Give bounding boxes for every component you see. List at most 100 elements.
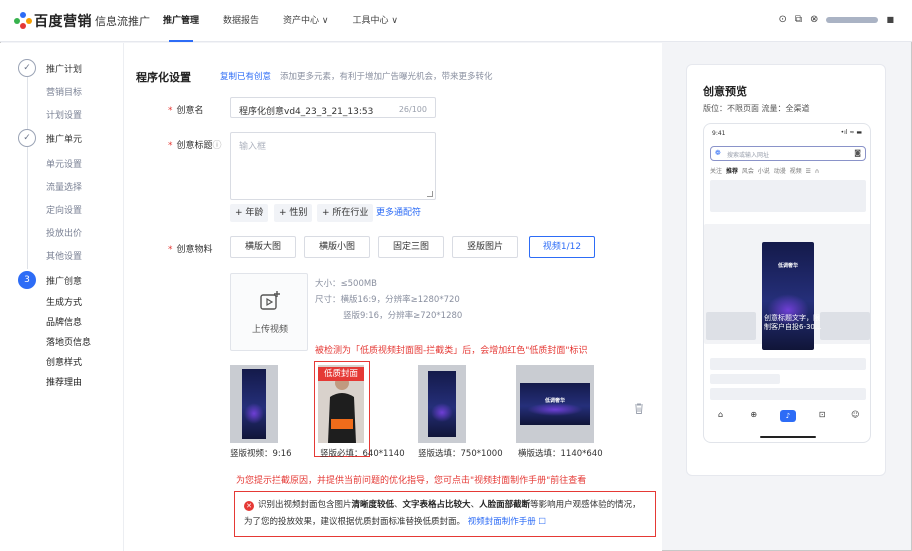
preview-creative-text: 创意标题文字，限制客户自投6-30... xyxy=(764,314,822,331)
user-icon[interactable]: ⊗ xyxy=(810,14,818,25)
video-thumbnail-1140x640[interactable]: 低调奢华 xyxy=(516,365,594,443)
creative-name-value: 程序化创意vd4_23_3_21_13:53 xyxy=(239,107,374,117)
sidebar-item-traffic[interactable]: 流量选择 xyxy=(46,180,82,193)
char-count: 26/100 xyxy=(398,105,427,114)
sidebar-item-bidding[interactable]: 投放出价 xyxy=(46,226,82,239)
creative-name-label: * 创意名 xyxy=(168,106,204,116)
wildcard-age[interactable]: + 年龄 xyxy=(230,204,269,222)
poster-title: 低调奢华 xyxy=(544,398,565,404)
step-number: 3 xyxy=(18,271,36,289)
sidebar-item-brand[interactable]: 品牌信息 xyxy=(46,315,82,328)
sidebar-item-targeting[interactable]: 定向设置 xyxy=(46,203,82,216)
step-title: 推广计划 xyxy=(46,64,83,75)
tabs-icon: ⊡ xyxy=(818,410,826,419)
creative-form: 程序化设置 复制已有创意 添加更多元素，有利于增加广告曝光机会，带来更多转化 *… xyxy=(124,43,662,551)
sidebar-item-reason[interactable]: 推荐理由 xyxy=(46,375,82,388)
nav-tab-promotion[interactable]: 推广管理 xyxy=(163,0,199,42)
check-icon: ✓ xyxy=(18,59,36,77)
phone-feed-tabs: 关注 推荐 风会 小说 动漫 视频 ☰ ∩ xyxy=(710,168,820,175)
feed-placeholder xyxy=(710,358,866,370)
spec-horizontal: 尺寸：横版16:9，分辨率≥1280*720 xyxy=(315,295,460,305)
section-description: 添加更多元素，有利于增加广告曝光机会，带来更多转化 xyxy=(280,72,493,82)
creative-name-input[interactable]: 程序化创意vd4_23_3_21_13:53 26/100 xyxy=(230,97,436,118)
baidu-paw-icon xyxy=(14,12,32,30)
spec-vertical: 竖版9:16，分辨率≥720*1280 xyxy=(343,311,463,321)
nav-tab-assets[interactable]: 资产中心 ∨ xyxy=(283,0,328,42)
upload-video-button[interactable]: 上传视频 xyxy=(230,273,308,351)
tab-large-horizontal[interactable]: 横版大图 xyxy=(230,236,296,258)
step-sidebar: ✓ 推广计划 营销目标 计划设置 ✓ 推广单元 单元设置 流量选择 定向设置 投… xyxy=(0,43,124,551)
user-account-name[interactable] xyxy=(826,16,879,23)
wildcard-gender[interactable]: + 性别 xyxy=(274,204,313,222)
sidebar-item-generation[interactable]: 生成方式 xyxy=(46,295,82,308)
mic-icon: ♪ xyxy=(779,410,796,422)
poster-title: 低调奢华 xyxy=(777,263,798,269)
creative-title-textarea[interactable]: 输入框 xyxy=(230,132,436,200)
home-indicator xyxy=(760,436,816,438)
phone-mockup: 9:41 •ıl ≈ ▬ ❁ 搜索或输入网址 ◙ 关注 推荐 风会 小说 动漫 … xyxy=(703,123,871,443)
nav-tab-reports[interactable]: 数据报告 xyxy=(223,0,259,42)
feed-placeholder xyxy=(710,180,866,212)
phone-search-placeholder: 搜索或输入网址 xyxy=(727,152,770,159)
tab-video[interactable]: 视频1/12 xyxy=(529,236,595,258)
phone-time: 9:41 xyxy=(712,130,726,137)
tab-small-horizontal[interactable]: 横版小图 xyxy=(304,236,370,258)
sidebar-item-unit-settings[interactable]: 单元设置 xyxy=(46,157,82,170)
step-connector xyxy=(27,77,28,129)
step-unit[interactable]: ✓ 推广单元 xyxy=(18,129,82,147)
nav-tab-tools[interactable]: 工具中心 ∨ xyxy=(352,0,397,42)
main-nav: 推广管理 数据报告 资产中心 ∨ 工具中心 ∨ xyxy=(163,0,422,42)
copy-creative-link[interactable]: 复制已有创意 xyxy=(220,70,271,82)
cover-guide-link[interactable]: 视频封面制作手册 ☐ xyxy=(468,517,546,527)
check-icon: ✓ xyxy=(18,129,36,147)
step-creative[interactable]: 3 推广创意 xyxy=(18,271,82,289)
feed-placeholder xyxy=(710,374,780,384)
brand-logo[interactable]: 百度营销 信息流推广 xyxy=(14,11,150,31)
video-thumbnail-750x1000[interactable] xyxy=(418,365,466,443)
home-icon: ⌂ xyxy=(718,410,724,419)
feed-placeholder xyxy=(710,388,866,400)
step-connector xyxy=(27,147,28,269)
profile-icon: ☺ xyxy=(851,410,860,419)
sidebar-item-other[interactable]: 其他设置 xyxy=(46,249,82,262)
preview-title: 创意预览 xyxy=(703,85,747,98)
phone-search-bar: ❁ 搜索或输入网址 ◙ xyxy=(710,146,866,161)
step-title: 推广单元 xyxy=(46,134,83,145)
delete-icon[interactable] xyxy=(634,403,644,414)
wildcard-industry[interactable]: + 所在行业 xyxy=(317,204,374,222)
sidebar-item-landing[interactable]: 落地页信息 xyxy=(46,335,91,348)
page-title: 程序化设置 xyxy=(136,71,191,84)
title-placeholder: 输入框 xyxy=(239,142,267,152)
copy-icon[interactable]: ⧉ xyxy=(795,14,802,25)
top-nav-bar: 百度营销 信息流推广 推广管理 数据报告 资产中心 ∨ 工具中心 ∨ ⊙ ⧉ ⊗… xyxy=(0,0,912,42)
video-thumbnail-9-16[interactable] xyxy=(230,365,278,443)
material-label: * 创意物料 xyxy=(168,245,213,255)
sidebar-item-goal[interactable]: 营销目标 xyxy=(46,85,82,98)
help-icon[interactable]: ⊙ xyxy=(779,14,787,25)
header-actions: ⊙ ⧉ ⊗ ■ xyxy=(779,14,894,25)
brand-name: 百度营销 xyxy=(34,14,92,30)
baidu-paw-icon: ❁ xyxy=(715,149,721,157)
thumb-caption: 竖版视频：9:16 xyxy=(230,449,292,459)
video-upload-icon xyxy=(260,291,280,310)
more-wildcards-link[interactable]: 更多通配符 xyxy=(376,204,421,222)
step-campaign[interactable]: ✓ 推广计划 xyxy=(18,59,82,77)
creative-preview-panel: 创意预览 版位：不限页面 流量：全渠道 9:41 •ıl ≈ ▬ ❁ 搜索或输入… xyxy=(686,64,886,476)
tab-vertical-image[interactable]: 竖版图片 xyxy=(452,236,518,258)
tab-three-images[interactable]: 固定三图 xyxy=(378,236,444,258)
feed-placeholder xyxy=(820,312,870,340)
feed-placeholder xyxy=(706,312,756,340)
thumb-caption: 横版选填：1140*640 xyxy=(518,449,603,459)
menu-icon[interactable]: ■ xyxy=(886,15,894,24)
thumb-caption: 竖版必填：640*1140 xyxy=(320,449,405,459)
sidebar-item-style[interactable]: 创意样式 xyxy=(46,355,82,368)
low-quality-badge: 低质封面 xyxy=(318,367,364,381)
error-icon: ✕ xyxy=(244,501,254,511)
phone-bottom-bar: ⌂ ⊕ ♪ ⊡ ☺ xyxy=(704,410,870,422)
sidebar-item-plan-settings[interactable]: 计划设置 xyxy=(46,108,82,121)
resize-handle[interactable] xyxy=(427,191,433,197)
camera-icon: ◙ xyxy=(854,149,861,157)
creative-title-label: * 创意标题ⓘ xyxy=(168,141,222,151)
annotation-bottom: 为您提示拦截原因，并提供当前问题的优化指导，您可点击"视频封面制作手册"前往查看 xyxy=(236,476,587,486)
signal-icon: •ıl ≈ ▬ xyxy=(840,129,862,136)
